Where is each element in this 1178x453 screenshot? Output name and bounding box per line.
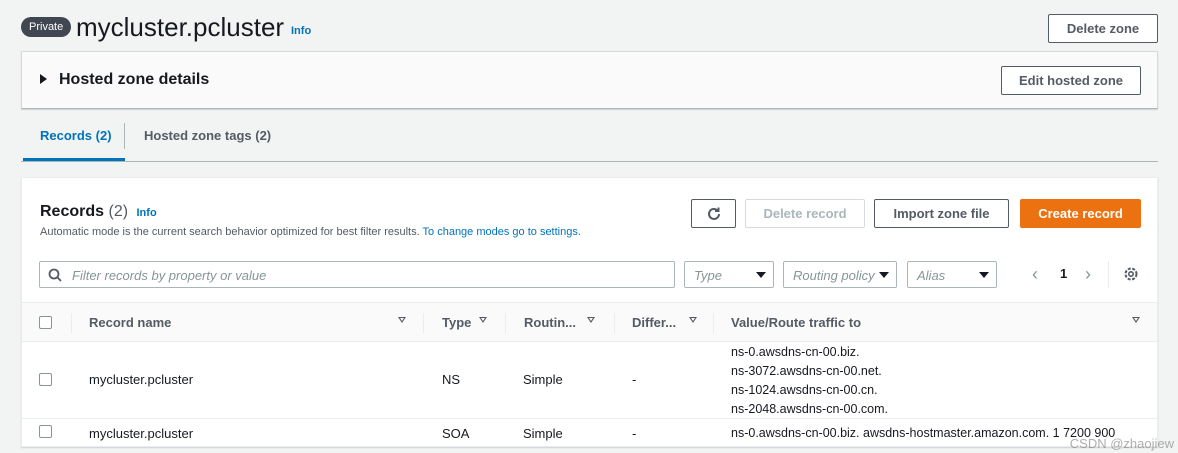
column-type[interactable]: Type <box>442 315 471 330</box>
value-line: ns-1024.awsdns-cn-00.cn. <box>731 383 878 397</box>
differentiator-cell: - <box>632 372 637 387</box>
search-icon <box>48 268 62 282</box>
active-tab-indicator <box>23 158 125 161</box>
records-panel: Records (2) Info Automatic mode is the c… <box>21 177 1158 447</box>
caret-down-icon <box>979 272 989 278</box>
record-name-cell: mycluster.pcluster <box>89 372 194 387</box>
tab-hosted-zone-tags[interactable]: Hosted zone tags (2) <box>144 128 271 143</box>
column-differ[interactable]: Differ... <box>632 315 676 330</box>
private-badge: Private <box>21 17 72 37</box>
alias-select[interactable]: Alias <box>907 261 997 288</box>
refresh-button[interactable] <box>691 199 736 228</box>
alias-select-label: Alias <box>917 268 946 283</box>
hosted-zone-details-toggle[interactable]: Hosted zone details <box>59 71 209 89</box>
tab-bar: Records (2) Hosted zone tags (2) <box>21 118 1158 162</box>
row-checkbox[interactable] <box>39 373 52 386</box>
caret-down-icon <box>879 272 889 278</box>
select-all-checkbox[interactable] <box>39 316 52 329</box>
create-record-button[interactable]: Create record <box>1020 199 1141 228</box>
records-title: Records <box>40 203 105 220</box>
column-divider <box>614 313 615 333</box>
previous-page-button[interactable]: ‹ <box>1032 264 1038 285</box>
mode-description: Automatic mode is the current search beh… <box>40 226 420 238</box>
caret-down-icon <box>756 272 766 278</box>
page-header: Private mycluster.pcluster Info <box>20 12 1158 44</box>
record-type-cell: NS <box>442 372 461 387</box>
value-cell: ns-0.awsdns-cn-00.biz. awsdns-hostmaster… <box>731 424 1115 443</box>
sort-icon[interactable] <box>587 317 595 323</box>
records-description: Automatic mode is the current search beh… <box>40 226 581 238</box>
type-select-label: Type <box>694 268 722 283</box>
delete-zone-button[interactable]: Delete zone <box>1048 14 1158 43</box>
value-line: ns-2048.awsdns-cn-00.com. <box>731 402 889 416</box>
value-line: ns-0.awsdns-cn-00.biz. <box>731 345 860 359</box>
records-count: (2) <box>108 203 129 220</box>
hosted-zone-details-panel: Hosted zone details Edit hosted zone <box>21 51 1158 109</box>
column-divider <box>71 313 72 333</box>
value-line: ns-0.awsdns-cn-00.biz. awsdns-hostmaster… <box>731 426 1116 440</box>
sort-icon[interactable] <box>479 317 487 323</box>
next-page-button[interactable]: › <box>1085 264 1091 285</box>
column-divider <box>423 313 424 333</box>
edit-hosted-zone-button[interactable]: Edit hosted zone <box>1001 66 1141 95</box>
watermark: CSDN @zhaojiew <box>1069 436 1174 451</box>
row-checkbox[interactable] <box>39 425 52 438</box>
refresh-icon <box>707 207 720 220</box>
settings-link[interactable]: To change modes go to settings. <box>423 226 581 238</box>
tab-records[interactable]: Records (2) <box>40 128 112 143</box>
value-cell: ns-0.awsdns-cn-00.biz. ns-3072.awsdns-cn… <box>731 343 888 419</box>
sort-icon[interactable] <box>1132 317 1140 323</box>
caret-right-icon[interactable] <box>40 74 47 84</box>
routing-policy-cell: Simple <box>523 372 563 387</box>
tab-divider <box>124 123 125 149</box>
import-zone-file-button[interactable]: Import zone file <box>874 199 1009 228</box>
table-row[interactable]: mycluster.pcluster NS Simple - ns-0.awsd… <box>22 342 1157 419</box>
filter-records-input[interactable]: Filter records by property or value <box>39 261 675 288</box>
routing-policy-select[interactable]: Routing policy <box>783 261 897 288</box>
page-title: mycluster.pcluster <box>76 12 285 42</box>
column-divider <box>505 313 506 333</box>
type-select[interactable]: Type <box>684 261 774 288</box>
sort-icon[interactable] <box>398 317 406 323</box>
value-line: ns-3072.awsdns-cn-00.net. <box>731 364 882 378</box>
differentiator-cell: - <box>632 426 637 441</box>
current-page-number[interactable]: 1 <box>1060 266 1067 281</box>
gear-icon[interactable] <box>1123 266 1139 282</box>
sort-icon[interactable] <box>689 317 697 323</box>
column-record-name[interactable]: Record name <box>89 315 171 330</box>
routing-policy-select-label: Routing policy <box>793 268 875 283</box>
filter-placeholder: Filter records by property or value <box>72 268 267 283</box>
records-table-header: Record name Type Routin... Differ... Val… <box>22 302 1157 342</box>
column-routing[interactable]: Routin... <box>524 315 576 330</box>
column-value[interactable]: Value/Route traffic to <box>731 315 861 330</box>
column-divider <box>713 313 714 333</box>
records-heading: Records (2) Info <box>40 203 157 221</box>
info-link[interactable]: Info <box>291 25 311 37</box>
delete-record-button[interactable]: Delete record <box>745 199 865 228</box>
pager-divider <box>1108 261 1109 288</box>
records-info-link[interactable]: Info <box>137 207 157 219</box>
record-type-cell: SOA <box>442 426 470 441</box>
routing-policy-cell: Simple <box>523 426 563 441</box>
record-name-cell: mycluster.pcluster <box>89 426 194 441</box>
table-row[interactable]: mycluster.pcluster SOA Simple - ns-0.aws… <box>22 419 1157 446</box>
